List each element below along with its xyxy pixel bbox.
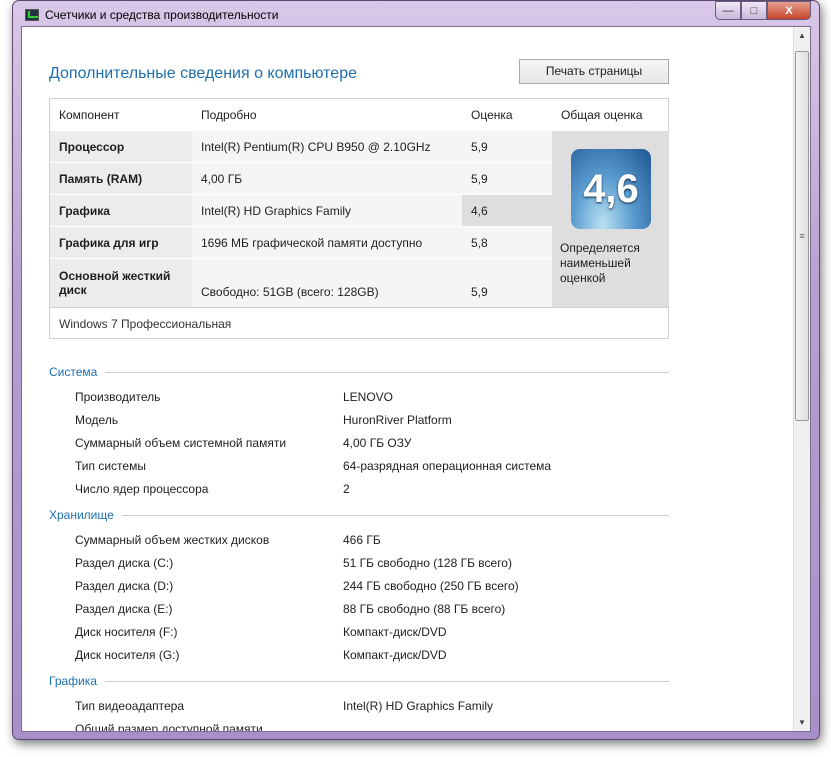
component-name: Основной жесткий диск [50,259,192,307]
window-title: Счетчики и средства производительности [45,8,279,22]
info-label: Общий размер доступной памяти [75,722,263,732]
info-value: Intel(R) HD Graphics Family [343,699,494,713]
scroll-thumb[interactable]: ≡ [795,51,809,421]
info-row: Производитель LENOVO [75,390,635,404]
component-detail: Intel(R) HD Graphics Family [192,195,462,227]
info-row: Раздел диска (C:) 51 ГБ свободно (128 ГБ … [75,556,635,570]
column-header-component: Компонент [59,108,120,122]
info-row: Модель HuronRiver Platform [75,413,635,427]
component-score: 5,8 [462,227,552,259]
info-row: Диск носителя (F:) Компакт-диск/DVD [75,625,635,639]
column-header-score: Оценка [471,108,513,122]
info-value: 466 ГБ [343,533,381,547]
info-row: Диск носителя (G:) Компакт-диск/DVD [75,648,635,662]
info-label: Раздел диска (C:) [75,556,174,570]
window: Счетчики и средства производительности —… [12,0,820,740]
component-name: Процессор [50,131,192,163]
component-score: 4,6 [462,195,552,227]
info-label: Суммарный объем системной памяти [75,436,287,450]
info-value: Компакт-диск/DVD [343,625,447,639]
info-value: HuronRiver Platform [343,413,452,427]
column-header-overall: Общая оценка [561,108,643,122]
minimize-button[interactable]: — [715,1,741,20]
info-row: Тип видеоадаптера Intel(R) HD Graphics Fa… [75,699,635,713]
info-row: Тип системы 64-разрядная операционная сис… [75,459,635,473]
info-label: Производитель [75,390,161,404]
component-name: Графика [50,195,192,227]
close-button[interactable]: X [767,1,811,20]
performance-monitor-icon [25,9,39,21]
info-row: Число ядер процессора 2 [75,482,635,496]
scroll-up-icon[interactable]: ▲ [794,27,810,44]
info-label: Тип видеоадаптера [75,699,184,713]
info-value: 64-разрядная операционная система [343,459,552,473]
info-label: Модель [75,413,119,427]
section-header: Система [49,365,669,379]
info-label: Раздел диска (D:) [75,579,174,593]
component-name: Память (RAM) [50,163,192,195]
overall-score-panel: 4,6 Определяется наименьшей оценкой [552,131,669,307]
content-area: Дополнительные сведения о компьютере Печ… [21,26,811,732]
component-score: 5,9 [462,131,552,163]
info-label: Раздел диска (E:) [75,602,173,616]
info-value: Компакт-диск/DVD [343,648,447,662]
info-label: Диск носителя (F:) [75,625,178,639]
component-detail: 1696 МБ графической памяти доступно [192,227,462,259]
component-detail: 4,00 ГБ [192,163,462,195]
page-title: Дополнительные сведения о компьютере [49,65,357,82]
section-title: Хранилище [49,508,114,522]
print-page-button[interactable]: Печать страницы [519,59,669,84]
info-row: Раздел диска (E:) 88 ГБ свободно (88 ГБ в… [75,602,635,616]
info-row: Раздел диска (D:) 244 ГБ свободно (250 ГБ… [75,579,635,593]
section-header: Хранилище [49,508,669,522]
info-row: Суммарный объем системной памяти 4,00 ГБ … [75,436,635,450]
info-label: Диск носителя (G:) [75,648,180,662]
component-score: 5,9 [462,163,552,195]
section-title: Система [49,365,98,379]
divider [121,514,669,516]
maximize-button[interactable]: □ [741,1,767,20]
divider [104,680,669,682]
info-value: 2 [343,482,350,496]
info-row: Общий размер доступной памяти1696 МБ [75,722,635,732]
info-value: 51 ГБ свободно (128 ГБ всего) [343,556,512,570]
performance-table: Компонент Подробно Оценка Общая оценка 4… [49,98,669,339]
info-value: 88 ГБ свободно (88 ГБ всего) [343,602,506,616]
scroll-down-icon[interactable]: ▼ [794,714,810,731]
section-header: Графика [49,674,669,688]
section-title: Графика [49,674,97,688]
info-row: Суммарный объем жестких дисков 466 ГБ [75,533,635,547]
info-label: Суммарный объем жестких дисков [75,533,270,547]
info-label: Тип системы [75,459,146,473]
component-detail: Intel(R) Pentium(R) CPU B950 @ 2.10GHz [192,131,462,163]
overall-score-badge: 4,6 [571,149,651,229]
info-value: 244 ГБ свободно (250 ГБ всего) [343,579,519,593]
component-score: 5,9 [462,259,552,307]
info-label: Число ядер процессора [75,482,209,496]
divider [105,371,669,373]
overall-score-note: Определяется наименьшей оценкой [560,241,640,285]
component-name: Графика для игр [50,227,192,259]
title-bar: Счетчики и средства производительности [25,8,278,22]
info-value: 4,00 ГБ ОЗУ [343,436,412,450]
component-detail: Свободно: 51GB (всего: 128GB) [192,259,462,307]
column-header-detail: Подробно [201,108,257,122]
info-value: LENOVO [343,390,394,404]
os-edition: Windows 7 Профессиональная [50,307,668,339]
vertical-scrollbar[interactable]: ▲ ≡ ▼ [793,27,810,731]
